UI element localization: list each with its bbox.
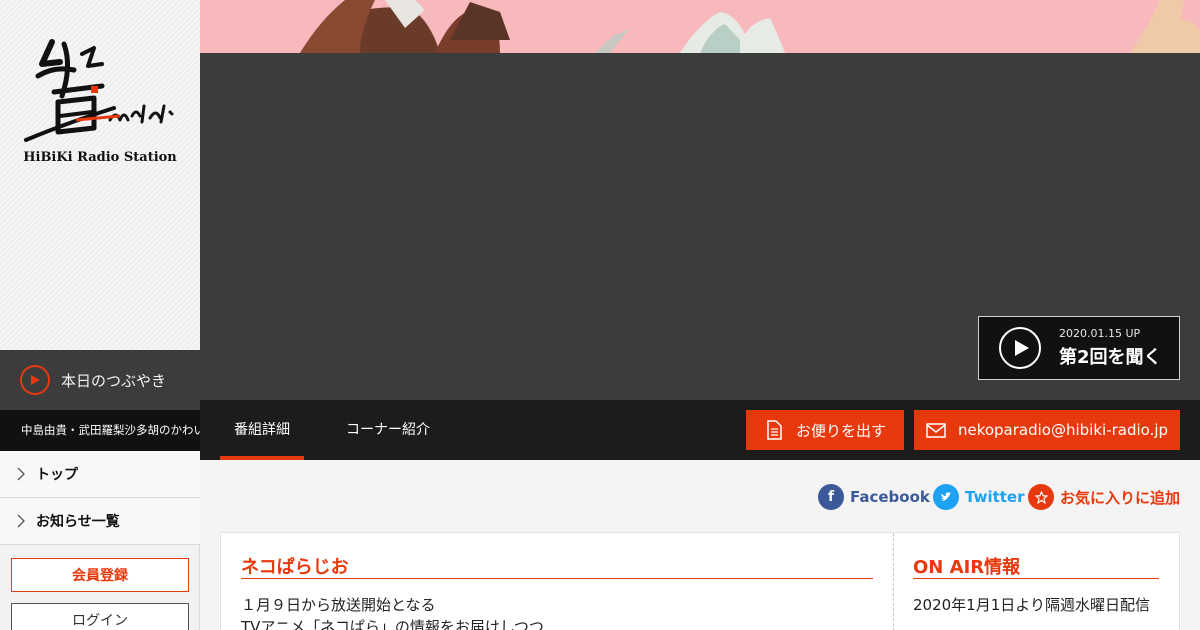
episode-date: 2020.01.15 UP (1059, 327, 1141, 340)
program-title-rule (241, 578, 873, 579)
sidebar-item-news[interactable]: お知らせ一覧 (0, 498, 200, 545)
send-letter-label: お便りを出す (795, 421, 886, 440)
star-icon (1028, 484, 1054, 510)
tab-bar: 番組詳細 コーナー紹介 お便りを出す nekoparadio@hibiki-ra… (200, 400, 1200, 460)
document-icon (767, 420, 782, 440)
hibiki-logo-icon[interactable] (24, 36, 176, 146)
email-button[interactable]: nekoparadio@hibiki-radio.jp (914, 410, 1180, 450)
sidebar-item-top[interactable]: トップ (0, 451, 200, 498)
send-letter-button[interactable]: お便りを出す (746, 410, 904, 450)
onair-title: ON AIR情報 (913, 557, 1021, 578)
sidebar-item-label: お知らせ一覧 (36, 514, 120, 530)
program-title: ネコぱらじお (241, 557, 349, 578)
play-icon (20, 365, 50, 395)
mail-icon (926, 423, 946, 438)
twitter-label: Twitter (965, 488, 1025, 506)
chevron-right-icon (17, 514, 25, 528)
chevron-right-icon (17, 467, 25, 481)
facebook-label: Facebook (850, 488, 930, 506)
register-button[interactable]: 会員登録 (11, 558, 189, 592)
tab-program-detail[interactable]: 番組詳細 (220, 400, 304, 460)
twitter-icon (933, 484, 959, 510)
hero-image (200, 0, 1200, 53)
news-ticker[interactable]: 中島由貴・武田羅梨沙多胡のかわいいねこの話 (0, 410, 200, 451)
twitter-share-link[interactable]: Twitter (933, 483, 1025, 511)
column-divider (893, 533, 894, 630)
favorite-label: お気に入りに追加 (1060, 488, 1181, 507)
sidebar: HiBiKi Radio Station 本日のつぶやき 中島由貴・武田羅梨沙多… (0, 0, 200, 630)
logo-area: HiBiKi Radio Station (0, 0, 200, 350)
program-description-line: １月９日から放送開始となる (241, 596, 436, 614)
listen-episode-button[interactable]: 2020.01.15 UP 第2回を聞く (978, 316, 1180, 380)
email-address: nekoparadio@hibiki-radio.jp (957, 421, 1169, 439)
sidebar-item-label: トップ (36, 467, 78, 483)
logo-text: HiBiKi Radio Station (23, 150, 177, 165)
onair-title-rule (913, 578, 1159, 579)
today-tweet-button[interactable]: 本日のつぶやき (0, 350, 200, 410)
facebook-share-link[interactable]: f Facebook (818, 483, 930, 511)
onair-schedule: 2020年1月1日より隔週水曜日配信 (913, 596, 1150, 614)
login-button[interactable]: ログイン (11, 603, 189, 630)
today-tweet-label: 本日のつぶやき (61, 371, 167, 390)
episode-title: 第2回を聞く (1059, 347, 1162, 368)
play-icon (999, 327, 1041, 369)
program-info-card: ネコぱらじお １月９日から放送開始となる TVアニメ「ネコぱら」の情報をお届けし… (220, 532, 1180, 630)
facebook-icon: f (818, 484, 844, 510)
add-favorite-link[interactable]: お気に入りに追加 (1028, 483, 1180, 511)
tab-corner-intro[interactable]: コーナー紹介 (338, 400, 438, 460)
program-description-line: TVアニメ「ネコぱら」の情報をお届けしつつ (241, 618, 544, 630)
